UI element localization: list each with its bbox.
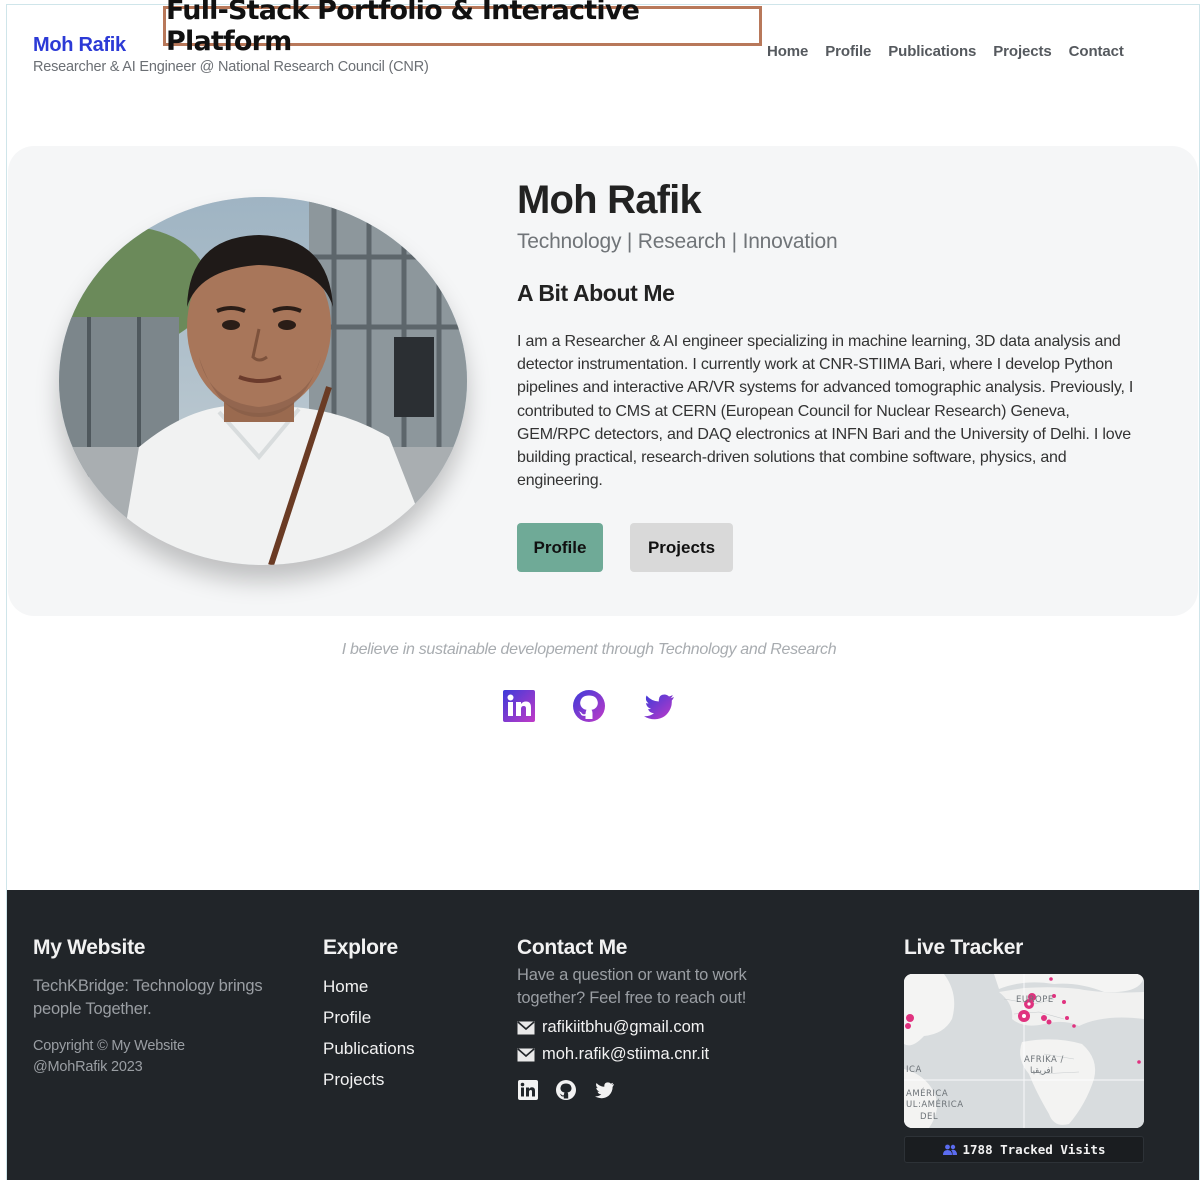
footer-explore-title: Explore <box>323 936 398 959</box>
footer-contact-title: Contact Me <box>517 936 628 959</box>
visitor-map[interactable]: EUROPE AFRIKA / افريقيا ICA AMÉRICA UL:A… <box>904 974 1144 1128</box>
linkedin-icon[interactable] <box>501 688 537 724</box>
footer-contact-text: Have a question or want to work together… <box>517 966 747 1007</box>
about-title: A Bit About Me <box>517 280 675 306</box>
footer-site-tagline: TechKBridge: Technology brings people To… <box>33 977 263 1018</box>
github-icon[interactable] <box>555 1079 577 1101</box>
footer-copyright: Copyright © My Website @MohRafik 2023 <box>33 1038 185 1075</box>
envelope-icon <box>517 1047 535 1061</box>
email-row-2[interactable]: moh.rafik@stiima.cnr.it <box>517 1045 709 1064</box>
motto: I believe in sustainable developement th… <box>341 641 837 658</box>
projects-button[interactable]: Projects <box>630 523 733 572</box>
profile-photo <box>59 197 467 565</box>
envelope-icon <box>517 1020 535 1034</box>
footer-link-projects[interactable]: Projects <box>323 1069 415 1091</box>
nav-home[interactable]: Home <box>767 43 808 60</box>
nav-projects[interactable]: Projects <box>993 43 1052 60</box>
twitter-icon[interactable] <box>593 1079 615 1101</box>
footer-link-home[interactable]: Home <box>323 976 415 998</box>
profile-photo-illustration <box>59 197 467 565</box>
email-1[interactable]: rafikiitbhu@gmail.com <box>542 1018 705 1037</box>
nav-contact[interactable]: Contact <box>1069 43 1124 60</box>
social-links <box>501 688 677 724</box>
about-text: I am a Researcher & AI engineer speciali… <box>517 333 1134 490</box>
hero-tagline: Technology | Research | Innovation <box>517 230 838 253</box>
email-row-1[interactable]: rafikiitbhu@gmail.com <box>517 1018 705 1037</box>
map-label-ica: ICA <box>906 1065 922 1075</box>
tracked-visits-badge: 1788 Tracked Visits <box>904 1136 1144 1163</box>
footer-tracker-title: Live Tracker <box>904 936 1023 959</box>
twitter-icon[interactable] <box>641 688 677 724</box>
footer-link-publications[interactable]: Publications <box>323 1038 415 1060</box>
map-label-sul-america: UL:AMÉRICA <box>906 1098 964 1110</box>
hero-name: Moh Rafik <box>517 178 702 222</box>
brand-subtitle: Researcher & AI Engineer @ National Rese… <box>33 59 429 75</box>
github-icon[interactable] <box>571 688 607 724</box>
profile-button[interactable]: Profile <box>517 523 603 572</box>
tracked-visits-text: 1788 Tracked Visits <box>962 1142 1106 1157</box>
map-label-america: AMÉRICA <box>906 1087 948 1099</box>
world-map: EUROPE AFRIKA / افريقيا ICA AMÉRICA UL:A… <box>904 974 1144 1128</box>
footer-explore-links: Home Profile Publications Projects <box>323 976 415 1091</box>
map-label-afrika-arabic: افريقيا <box>1030 1066 1053 1076</box>
email-2[interactable]: moh.rafik@stiima.cnr.it <box>542 1045 709 1064</box>
users-icon <box>942 1144 957 1155</box>
nav-publications[interactable]: Publications <box>888 43 976 60</box>
map-label-afrika: AFRIKA / <box>1024 1055 1064 1065</box>
footer-site-title: My Website <box>33 936 146 959</box>
map-label-europe: EUROPE <box>1016 995 1054 1005</box>
title-banner: Full-Stack Portfolio & Interactive Platf… <box>163 0 762 57</box>
footer-link-profile[interactable]: Profile <box>323 1007 415 1029</box>
banner-title: Full-Stack Portfolio & Interactive Platf… <box>166 0 640 57</box>
map-label-del: DEL <box>920 1112 938 1122</box>
nav-profile[interactable]: Profile <box>825 43 871 60</box>
linkedin-icon[interactable] <box>517 1079 539 1101</box>
top-nav: Home Profile Publications Projects Conta… <box>767 43 1124 60</box>
footer-social-links <box>517 1079 615 1101</box>
